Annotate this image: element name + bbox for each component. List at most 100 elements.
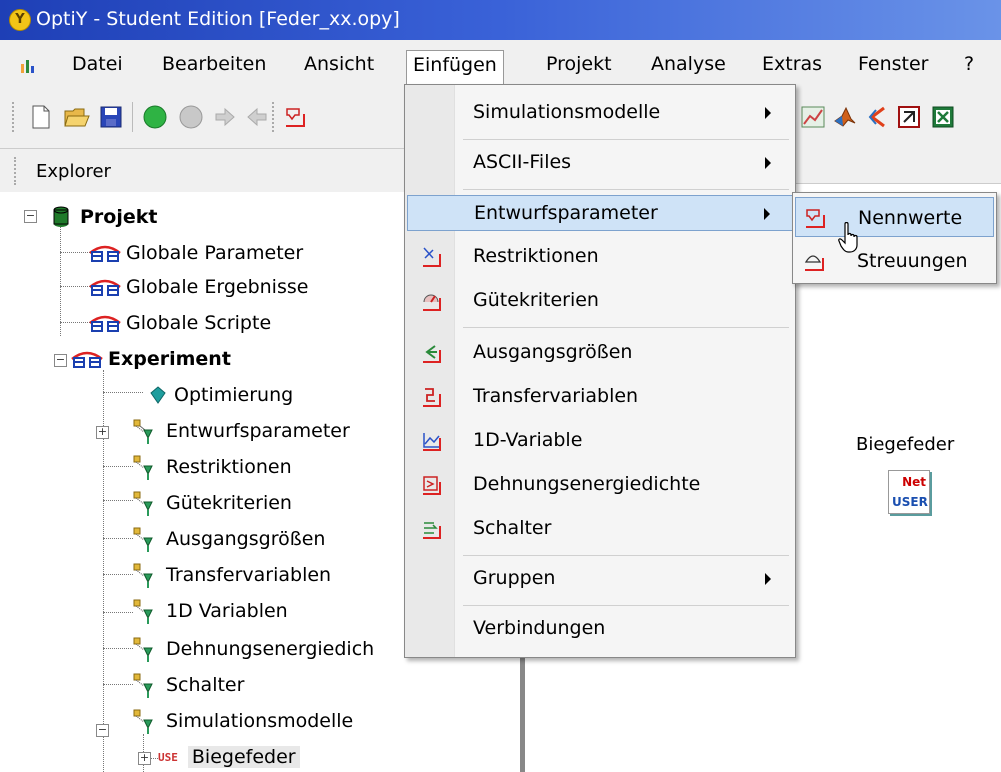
tree-label: Experiment xyxy=(108,348,231,370)
menuitem-simulationsmodelle[interactable]: Simulationsmodelle xyxy=(407,95,793,131)
menuitem-transfervariablen[interactable]: Transfervariablen xyxy=(407,379,793,415)
tree-item-projekt[interactable]: Projekt xyxy=(52,200,157,234)
menuitem-label: Entwurfsparameter xyxy=(474,202,658,224)
expander-biegefeder[interactable]: + xyxy=(138,752,151,765)
tree-label: Simulationsmodelle xyxy=(166,710,354,732)
tree-item-globale-parameter[interactable]: Globale Parameter xyxy=(88,236,303,270)
menu-help[interactable]: ? xyxy=(958,50,980,80)
menuitem-label: Ausgangsgrößen xyxy=(473,341,633,363)
toolbar-grip-2 xyxy=(272,102,276,132)
window-title: OptiY - Student Edition [Feder_xx.opy] xyxy=(36,8,400,30)
explorer-label: Explorer xyxy=(36,161,111,182)
menuitem-restriktionen[interactable]: Restriktionen xyxy=(407,239,793,275)
export-icon[interactable] xyxy=(896,104,922,130)
menu-analyse[interactable]: Analyse xyxy=(645,50,732,80)
back-arrow-icon[interactable] xyxy=(244,104,270,130)
menuitem-label: 1D-Variable xyxy=(473,429,583,451)
tree-item-biegefeder[interactable]: USE Biegefeder xyxy=(158,740,300,772)
menuitem-guetekriterien[interactable]: Gütekriterien xyxy=(407,283,793,319)
menu-ansicht[interactable]: Ansicht xyxy=(298,50,380,80)
menu-bearbeiten[interactable]: Bearbeiten xyxy=(156,50,272,80)
menuitem-1d-variable[interactable]: 1D-Variable xyxy=(407,423,793,459)
menu-fenster[interactable]: Fenster xyxy=(852,50,934,80)
menu-einfuegen[interactable]: Einfügen xyxy=(406,50,504,86)
database-icon xyxy=(53,206,69,227)
menuitem-label: ASCII-Files xyxy=(473,151,572,173)
menuitem-label: Schalter xyxy=(473,517,552,539)
submenu-arrow-icon xyxy=(765,573,771,585)
stop-gray-icon[interactable] xyxy=(178,104,204,130)
submenu-item-nennwerte[interactable]: Nennwerte xyxy=(795,197,994,237)
canvas-node-label: Biegefeder xyxy=(856,434,955,455)
tree-item-ausgangsgroessen[interactable]: Ausgangsgrößen xyxy=(130,522,325,556)
tree-label: Transfervariablen xyxy=(166,564,332,586)
tree-item-guetekriterien[interactable]: Gütekriterien xyxy=(130,486,292,520)
tree-item-restriktionen[interactable]: Restriktionen xyxy=(130,450,292,484)
parameter-node-icon xyxy=(89,279,121,296)
open-folder-icon[interactable] xyxy=(64,104,90,130)
tree-item-transfervariablen[interactable]: Transfervariablen xyxy=(130,558,331,592)
tree-item-experiment[interactable]: Experiment xyxy=(70,342,231,376)
tree-item-1d-variablen[interactable]: 1D Variablen xyxy=(130,594,288,628)
excel-icon[interactable] xyxy=(930,104,956,130)
chart-tool-icon[interactable] xyxy=(800,104,826,130)
menuitem-verbindungen[interactable]: Verbindungen xyxy=(407,611,793,647)
tree-label: 1D Variablen xyxy=(166,600,288,622)
parameter-node-icon xyxy=(89,245,121,262)
tree-item-schalter[interactable]: Schalter xyxy=(130,668,244,702)
menuitem-ausgangsgroessen[interactable]: Ausgangsgrößen xyxy=(407,335,793,371)
user-model-icon: USE xyxy=(158,750,178,764)
tree-label: Entwurfsparameter xyxy=(166,420,350,442)
menuitem-label: Transfervariablen xyxy=(473,385,639,407)
menuitem-ascii-files[interactable]: ASCII-Files xyxy=(407,145,793,181)
tree-item-simulationsmodelle[interactable]: Simulationsmodelle xyxy=(130,704,353,738)
variable-group-icon xyxy=(133,637,153,662)
output-icon xyxy=(423,345,441,363)
tree-label: Biegefeder xyxy=(187,746,300,768)
design-param-icon[interactable] xyxy=(282,104,308,130)
net-user-node-icon[interactable]: Net USER xyxy=(888,470,930,514)
menu-datei[interactable]: Datei xyxy=(66,50,129,80)
expander-simulationsmodelle[interactable]: − xyxy=(96,724,109,737)
variable-group-icon xyxy=(133,491,153,516)
tree-label: Schalter xyxy=(166,674,245,696)
menuitem-schalter[interactable]: Schalter xyxy=(407,511,793,547)
save-icon[interactable] xyxy=(98,104,124,130)
expander-experiment[interactable]: − xyxy=(54,354,67,367)
expander-projekt[interactable]: − xyxy=(24,210,37,223)
user-label: USER xyxy=(892,495,928,509)
tree-item-globale-scripte[interactable]: Globale Scripte xyxy=(88,306,271,340)
tree-item-dehnungsenergiedichte[interactable]: Dehnungsenergiedich xyxy=(130,632,374,666)
matlab-icon[interactable] xyxy=(832,104,858,130)
tree-item-optimierung[interactable]: Optimierung xyxy=(150,378,293,412)
menu-projekt[interactable]: Projekt xyxy=(540,50,618,80)
explorer-grip xyxy=(14,157,18,185)
submenu-item-streuungen[interactable]: Streuungen xyxy=(795,241,994,281)
tree-label: Gütekriterien xyxy=(166,492,292,514)
title-bar: Y OptiY - Student Edition [Feder_xx.opy] xyxy=(0,0,1001,40)
simulink-icon[interactable] xyxy=(864,104,890,130)
run-green-icon[interactable] xyxy=(142,104,168,130)
menuitem-label: Restriktionen xyxy=(473,245,599,267)
menuitem-gruppen[interactable]: Gruppen xyxy=(407,561,793,597)
expander-entwurfsparameter[interactable]: + xyxy=(96,426,109,439)
menu-extras[interactable]: Extras xyxy=(756,50,828,80)
menuitem-entwurfsparameter[interactable]: Entwurfsparameter xyxy=(407,195,793,231)
tree-label: Optimierung xyxy=(174,384,294,406)
variable-group-icon xyxy=(133,673,153,698)
menuitem-label: Gütekriterien xyxy=(473,289,599,311)
submenu-arrow-icon xyxy=(765,157,771,169)
tree-label: Restriktionen xyxy=(166,456,292,478)
forward-arrow-icon[interactable] xyxy=(212,104,238,130)
nominal-value-icon xyxy=(806,209,825,228)
variable-group-icon xyxy=(133,709,153,734)
tree-item-entwurfsparameter[interactable]: Entwurfsparameter xyxy=(130,414,350,448)
switch-icon xyxy=(423,522,441,539)
menuitem-dehnungsenergiedichte[interactable]: Dehnungsenergiedichte xyxy=(407,467,793,503)
submenu-label: Nennwerte xyxy=(858,207,963,229)
tree-item-globale-ergebnisse[interactable]: Globale Ergebnisse xyxy=(88,270,308,304)
new-file-icon[interactable] xyxy=(28,104,54,130)
tree-label: Globale Scripte xyxy=(126,312,272,334)
tree-label: Globale Parameter xyxy=(126,242,304,264)
submenu-label: Streuungen xyxy=(857,250,968,272)
